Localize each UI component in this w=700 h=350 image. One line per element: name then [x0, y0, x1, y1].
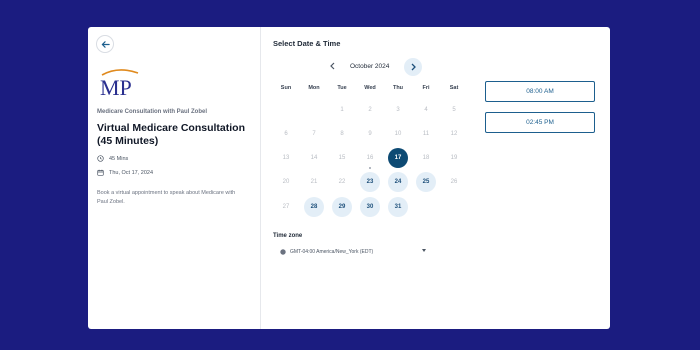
date-row: Thu, Oct 17, 2024 [97, 169, 153, 176]
weekday-label: Thu [392, 85, 404, 91]
clock-icon [97, 155, 104, 162]
calendar-day-available[interactable]: 23 [360, 172, 380, 192]
next-month-button[interactable] [404, 58, 422, 76]
calendar-day: 1 [340, 107, 344, 113]
calendar-day: 6 [284, 131, 288, 137]
timezone-label: Time zone [273, 233, 303, 239]
event-title: Virtual Medicare Consultation (45 Minute… [97, 122, 245, 147]
calendar-day: 11 [422, 131, 430, 137]
event-details-panel: MP Medicare Consultation with Paul Zobel… [88, 27, 261, 329]
weekday-label: Sun [280, 85, 292, 91]
chevron-right-icon [411, 63, 416, 71]
weekday-label: Fri [422, 85, 430, 91]
weekday-label: Sat [449, 85, 459, 91]
weekday-label: Wed [364, 85, 376, 91]
chevron-down-icon [422, 249, 426, 252]
event-description: Book a virtual appointment to speak abou… [97, 190, 236, 205]
calendar-day: 16 [360, 148, 380, 169]
arrow-left-icon [101, 40, 110, 48]
duration-text: 45 Mins [109, 155, 129, 162]
date-text: Thu, Oct 17, 2024 [109, 169, 154, 176]
calendar-day: 13 [282, 155, 290, 161]
company-logo: MP [98, 65, 144, 100]
calendar-day: 19 [450, 155, 458, 161]
calendar-day-available[interactable]: 29 [332, 197, 352, 217]
globe-icon [280, 249, 286, 255]
host-name: Medicare Consultation with Paul Zobel [97, 109, 208, 115]
calendar-day: 8 [340, 131, 344, 137]
weekday-label: Mon [308, 85, 320, 91]
weekday-label: Tue [337, 85, 347, 91]
calendar-day: 5 [452, 107, 456, 113]
calendar-day: 3 [396, 107, 400, 113]
calendar-day: 2 [368, 107, 372, 113]
duration-row: 45 Mins [97, 155, 128, 162]
calendar-day: 7 [312, 131, 316, 137]
previous-month-button[interactable] [326, 60, 338, 72]
calendar-day: 21 [310, 179, 318, 185]
calendar-day: 4 [424, 107, 428, 113]
calendar-day: 20 [282, 179, 290, 185]
calendar-icon [97, 169, 104, 176]
calendar-day-available[interactable]: 31 [388, 197, 408, 217]
logo-text: MP [100, 75, 132, 99]
calendar-day-available[interactable]: 24 [388, 172, 408, 192]
calendar-day: 14 [310, 155, 318, 161]
calendar-day: 27 [282, 204, 290, 210]
select-date-heading: Select Date & Time [273, 39, 341, 48]
calendar-day: 26 [450, 179, 458, 185]
calendar-day: 22 [338, 179, 346, 185]
today-indicator [369, 167, 371, 169]
timezone-value: GMT-04:00 America/New_York (EDT) [290, 249, 374, 255]
calendar-day: 12 [450, 131, 458, 137]
calendar-day: 9 [368, 131, 372, 137]
calendar-day-selected[interactable]: 17 [388, 148, 408, 168]
timezone-select[interactable]: GMT-04:00 America/New_York (EDT) [280, 246, 426, 258]
time-slot-button[interactable]: 08:00 AM [485, 81, 595, 102]
booking-card: MP Medicare Consultation with Paul Zobel… [88, 27, 610, 329]
back-button[interactable] [96, 35, 114, 53]
chevron-left-icon [329, 62, 334, 70]
time-slot-button[interactable]: 02:45 PM [485, 112, 595, 133]
month-label: October 2024 [350, 63, 390, 70]
calendar-day-available[interactable]: 25 [416, 172, 436, 192]
calendar-day: 15 [338, 155, 346, 161]
calendar-day: 18 [422, 155, 430, 161]
calendar-day-available[interactable]: 28 [304, 197, 324, 217]
calendar-day: 10 [394, 131, 402, 137]
calendar-day-available[interactable]: 30 [360, 197, 380, 217]
